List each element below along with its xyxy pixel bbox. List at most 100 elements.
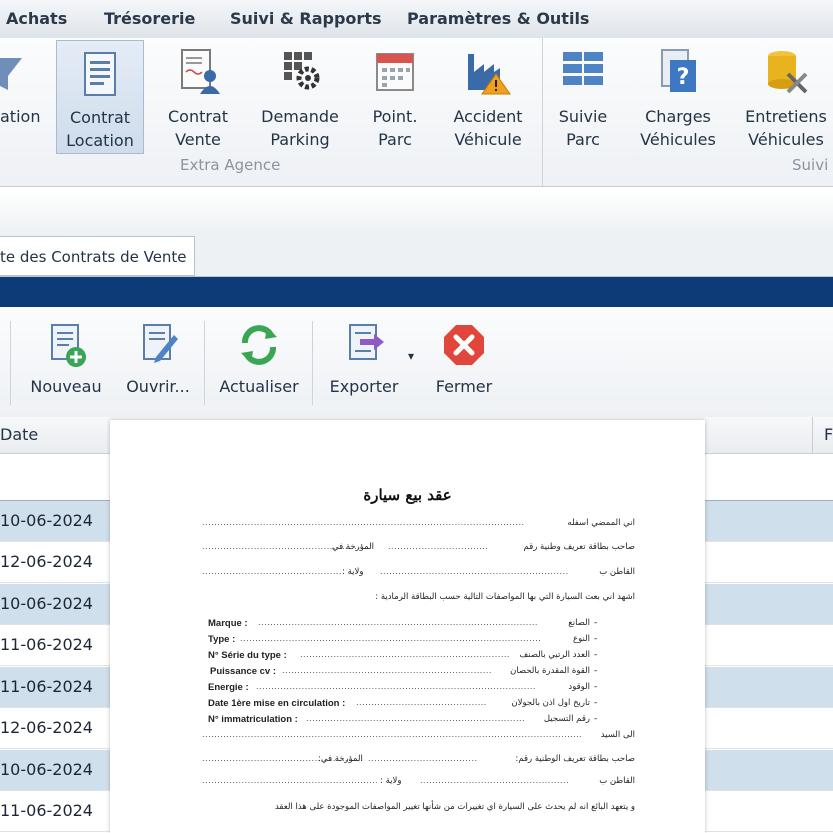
menu-tresorerie[interactable]: Trésorerie <box>104 9 195 28</box>
row-date: 12-06-2024 <box>0 718 93 737</box>
suivie-parc-label: Suivie <box>558 107 608 126</box>
accident-vehicule-label: Accident <box>453 107 523 126</box>
fill-line: ........................................… <box>356 698 486 707</box>
database-tools-icon <box>768 51 808 94</box>
document-line: المؤرخة في: <box>318 754 363 764</box>
demande-parking-label: Demande <box>261 107 339 126</box>
fill-line: ........................................… <box>202 518 525 527</box>
spec-label: Type : <box>208 634 236 645</box>
document-line: الى السيد <box>600 730 635 740</box>
ribbon-partial-button[interactable]: ation <box>0 38 50 152</box>
actualiser-button[interactable]: Actualiser <box>214 307 304 417</box>
contract-document-preview: عقد بيع سيارة ..........................… <box>110 420 705 833</box>
toolbar-separator <box>312 321 313 405</box>
document-line: القاطن ب <box>599 776 635 786</box>
calendar-icon <box>376 53 414 91</box>
spec-label-ar: تاريخ اول اذن بالجولان <box>511 698 590 708</box>
exporter-dropdown-arrow[interactable]: ▾ <box>408 349 414 363</box>
row-date: 10-06-2024 <box>0 760 93 779</box>
entretiens-vehicules-button[interactable]: Entretiens Véhicules <box>740 38 832 152</box>
row-date: 11-06-2024 <box>0 677 93 696</box>
spec-label-ar: العدد الرتبي بالصنف <box>519 650 590 660</box>
group-label-suivi: Suivi <box>792 156 829 174</box>
fill-line: ........................................… <box>202 776 377 785</box>
nouveau-button[interactable]: Nouveau <box>26 307 106 417</box>
toolbar: Nouveau Ouvrir... Actualiser Exporter ▾ <box>0 307 833 418</box>
row-date: 10-06-2024 <box>0 511 93 530</box>
nouveau-label: Nouveau <box>30 377 102 396</box>
menu-achats[interactable]: Achats <box>6 9 67 28</box>
fill-line: ................................... <box>388 542 488 551</box>
entretiens-vehicules-label: Entretiens <box>745 107 827 126</box>
document-line: صاحب بطاقة تعريف الوطنية رقم: <box>515 754 635 764</box>
suivie-parc-button[interactable]: Suivie Parc <box>548 38 618 152</box>
document-icon <box>84 52 116 96</box>
svg-text:?: ? <box>677 65 690 90</box>
address-strip <box>0 190 833 233</box>
fill-line: ........................................… <box>202 730 582 739</box>
contrat-vente-label: Contrat <box>167 107 229 126</box>
row-date: 12-06-2024 <box>0 552 93 571</box>
ouvrir-button[interactable]: Ouvrir... <box>118 307 198 417</box>
document-line: المؤرخة في <box>332 542 375 552</box>
fermer-button[interactable]: Fermer <box>424 307 504 417</box>
spec-label: Puissance cv : <box>210 666 277 677</box>
toolbar-separator <box>204 321 205 405</box>
tab-liste-contrats-vente[interactable]: te des Contrats de Vente <box>0 236 195 276</box>
contrat-location-button[interactable]: Contrat Location <box>56 40 144 154</box>
spec-label: N° Série du type : <box>208 650 287 661</box>
export-icon <box>349 324 384 360</box>
fill-line: ........................................… <box>380 567 569 576</box>
row-date: 11-06-2024 <box>0 801 93 820</box>
fill-line: ........................................… <box>306 714 526 723</box>
parking-gear-icon <box>284 52 320 90</box>
toolbar-separator <box>10 321 11 405</box>
contract-person-icon <box>181 49 220 94</box>
fermer-label: Fermer <box>435 377 493 396</box>
exporter-button[interactable]: Exporter <box>322 307 406 417</box>
menu-parametres-outils[interactable]: Paramètres & Outils <box>407 9 589 28</box>
title-banner <box>0 277 833 307</box>
contrat-vente-button[interactable]: Contrat Vente <box>152 38 244 152</box>
document-line: ولاية : <box>380 776 402 786</box>
document-line: اني الممضي اسفله <box>567 518 635 528</box>
document-line: القاطن ب <box>599 567 635 577</box>
spec-label-ar: الصانع <box>568 618 590 628</box>
column-header-date[interactable]: Date <box>0 425 38 444</box>
row-date: 10-06-2024 <box>0 594 93 613</box>
group-label-extra-agence: Extra Agence <box>180 156 281 174</box>
refresh-icon <box>241 325 277 365</box>
column-header-f[interactable]: F <box>824 425 833 444</box>
funnel-icon <box>0 58 22 90</box>
charges-vehicules-button[interactable]: ? Charges Véhicules <box>632 38 724 152</box>
fill-line: ........................................… <box>202 567 342 576</box>
fill-line: ........................................… <box>240 634 540 643</box>
actualiser-label: Actualiser <box>219 377 299 396</box>
accident-vehicule-button[interactable]: Accident Véhicule <box>440 38 536 152</box>
ouvrir-label: Ouvrir... <box>126 377 190 396</box>
fill-line: ........................................… <box>300 650 510 659</box>
column-divider <box>812 417 813 453</box>
grid-blocks-icon <box>563 52 603 85</box>
close-icon <box>444 325 484 365</box>
spec-label: Date 1ère mise en circulation : <box>208 698 346 709</box>
document-line: اشهد اني بعت السيارة التي بها المواصفات … <box>375 592 635 602</box>
ribbon-group-separator <box>542 38 543 186</box>
ribbon: ation Contrat Location Contrat Vente Deman… <box>0 38 833 187</box>
document-line: ولاية : <box>342 567 364 577</box>
spec-label-ar: القوة المقدرة بالحصان <box>510 666 590 676</box>
fill-line: ........................................… <box>256 682 536 691</box>
document-line: صاحب بطاقة تعريف وطنية رقم <box>523 542 635 552</box>
fill-line: ........................................… <box>258 618 538 627</box>
demande-parking-button[interactable]: Demande Parking <box>252 38 348 152</box>
fill-line: ........................................… <box>282 666 492 675</box>
point-parc-button[interactable]: Point. Parc <box>356 38 434 152</box>
factory-warning-icon <box>468 54 511 95</box>
charges-vehicules-label: Charges <box>645 107 711 126</box>
spec-label-ar: الوقود <box>568 682 590 692</box>
menu-suivi-rapports[interactable]: Suivi & Rapports <box>230 9 381 28</box>
spec-label: Marque : <box>208 618 248 629</box>
help-document-icon: ? <box>661 49 696 92</box>
edit-document-icon <box>143 324 178 363</box>
new-document-icon <box>51 324 86 367</box>
